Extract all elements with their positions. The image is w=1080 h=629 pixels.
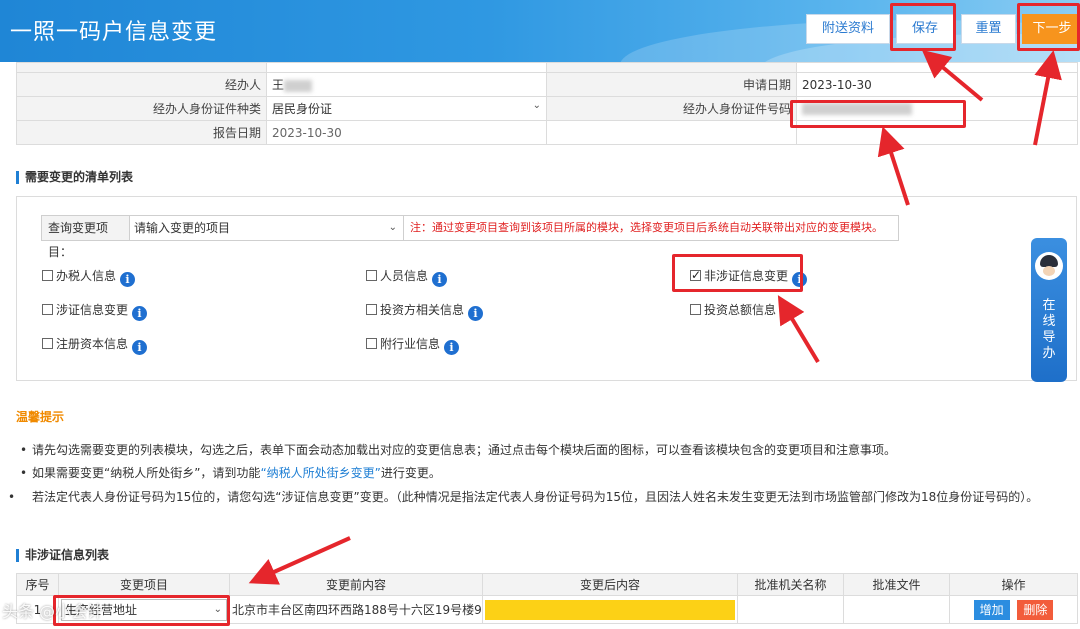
add-button[interactable]: 增加 [973,599,1010,620]
apply-date-value: 2023-10-30 [796,72,1078,97]
agent-value: 王 [272,78,285,92]
info-icon[interactable]: i [432,272,448,287]
report-date-value: 2023-10-30 [266,120,547,145]
column-header: 序号 [16,573,59,596]
online-guide-label: 在线导办 [1031,298,1067,362]
checkbox[interactable] [366,270,377,281]
checkbox[interactable] [42,338,53,349]
after-content-input[interactable] [485,599,735,620]
apply-date-label: 申请日期 [546,72,797,97]
checkbox-registered-capital[interactable]: 注册资本信息 i [42,336,148,355]
id-no-label: 经办人身份证件号码 [546,96,797,121]
before-content: 北京市丰台区南四环西路188号十六区19号楼9层101 [229,595,483,624]
info-icon[interactable]: i [132,340,148,355]
info-icon[interactable]: i [132,306,148,321]
street-change-link[interactable]: “纳税人所处街乡变更” [260,466,380,480]
report-date-label: 报告日期 [16,120,267,145]
form-row-cut [16,62,1078,73]
checkbox[interactable] [366,338,377,349]
query-placeholder: 请输入变更的项目 [134,221,231,235]
query-note: 注：通过变更项目查询到该项目所属的模块，选择变更项目后系统自动关联带出对应的变更… [410,221,883,234]
checkbox[interactable] [690,304,701,315]
agent-field[interactable]: 王 [266,72,547,97]
online-guide-button[interactable]: 在线导办 [1031,238,1067,382]
actions-cell: 增加 删除 [949,595,1078,624]
info-icon[interactable]: i [468,306,484,321]
delete-button[interactable]: 删除 [1017,599,1054,620]
change-list-title: 需要变更的清单列表 [16,171,133,184]
attach-materials-button[interactable]: 附送资料 [806,14,890,44]
checkbox[interactable] [366,304,377,315]
query-select[interactable]: 请输入变更的项目 ⌄ [131,216,404,240]
change-list-panel: 查询变更项目： 请输入变更的项目 ⌄ 注：通过变更项目查询到该项目所属的模块，选… [16,196,1077,381]
page-title: 一照一码户信息变更 [10,20,218,45]
chevron-down-icon: ⌄ [388,222,397,233]
annotation-box [1017,3,1080,51]
checkbox-license-change[interactable]: 涉证信息变更 i [42,302,148,321]
approval-document-cell[interactable] [843,595,950,624]
agent-label: 经办人 [16,72,267,97]
reset-button[interactable]: 重置 [961,14,1016,44]
column-header: 变更前内容 [229,573,483,596]
checkbox-personnel[interactable]: 人员信息 i [366,268,448,287]
online-guide-char: 在 [1042,298,1056,313]
table-header-row: 序号 变更项目 变更前内容 变更后内容 批准机关名称 批准文件 操作 [16,573,1078,596]
annotation-box [790,100,966,128]
checkbox[interactable] [42,304,53,315]
checkbox-investor[interactable]: 投资方相关信息 i [366,302,484,321]
checkbox-sub-industry[interactable]: 附行业信息 i [366,336,460,355]
assistant-avatar-icon [1035,252,1063,280]
approval-authority-cell[interactable] [737,595,844,624]
id-type-label: 经办人身份证件种类 [16,96,267,121]
tips-title: 温馨提示 [16,410,65,424]
tip-item: • 若法定代表人身份证号码为15位的，请您勾选“涉证信息变更”变更。（此种情况是指… [8,490,1039,504]
chevron-down-icon: ⌄ [532,100,541,111]
id-type-select[interactable]: 居民身份证 ⌄ [266,96,547,121]
online-guide-char: 办 [1042,346,1056,361]
column-header: 批准文件 [843,573,950,596]
tip-item: • 请先勾选需要变更的列表模块，勾选之后，表单下面会动态加载出对应的变更信息表；通… [20,443,897,457]
form-row: 经办人 王 申请日期 2023-10-30 [16,72,1078,97]
column-header: 变更项目 [58,573,230,596]
watermark: 头条 @小会计 [2,602,104,621]
info-icon[interactable]: i [444,340,460,355]
column-header: 操作 [949,573,1078,596]
column-header: 变更后内容 [482,573,738,596]
annotation-box [890,3,956,51]
query-row: 查询变更项目： 请输入变更的项目 ⌄ 注：通过变更项目查询到该项目所属的模块，选… [41,215,899,259]
info-icon[interactable]: i [780,306,796,321]
checkbox-total-investment[interactable]: 投资总额信息 i [690,302,796,321]
tip-item: • 如果需要变更“纳税人所处街乡”，请到功能“纳税人所处街乡变更”进行变更。 [20,466,441,480]
annotation-box [672,254,803,292]
online-guide-char: 导 [1042,330,1056,345]
non-license-list-title: 非涉证信息列表 [16,549,109,562]
checkbox[interactable] [42,270,53,281]
redacted-value [284,79,313,92]
query-label: 查询变更项目： [42,216,130,259]
info-icon[interactable]: i [120,272,136,287]
checkbox-taxpayer-agent[interactable]: 办税人信息 i [42,268,136,287]
column-header: 批准机关名称 [737,573,844,596]
online-guide-char: 线 [1042,314,1056,329]
after-content-cell [482,595,738,624]
id-type-value: 居民身份证 [272,102,333,116]
